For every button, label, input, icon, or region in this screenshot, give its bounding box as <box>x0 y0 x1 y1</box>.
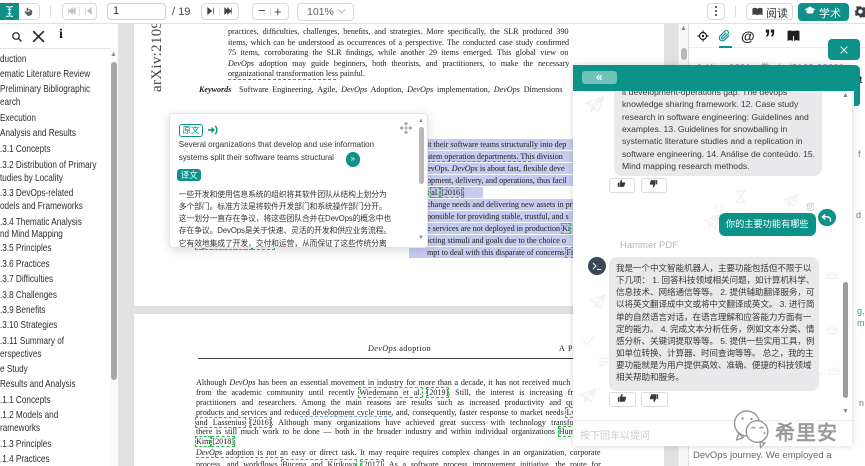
svg-text:希里安: 希里安 <box>775 421 838 445</box>
